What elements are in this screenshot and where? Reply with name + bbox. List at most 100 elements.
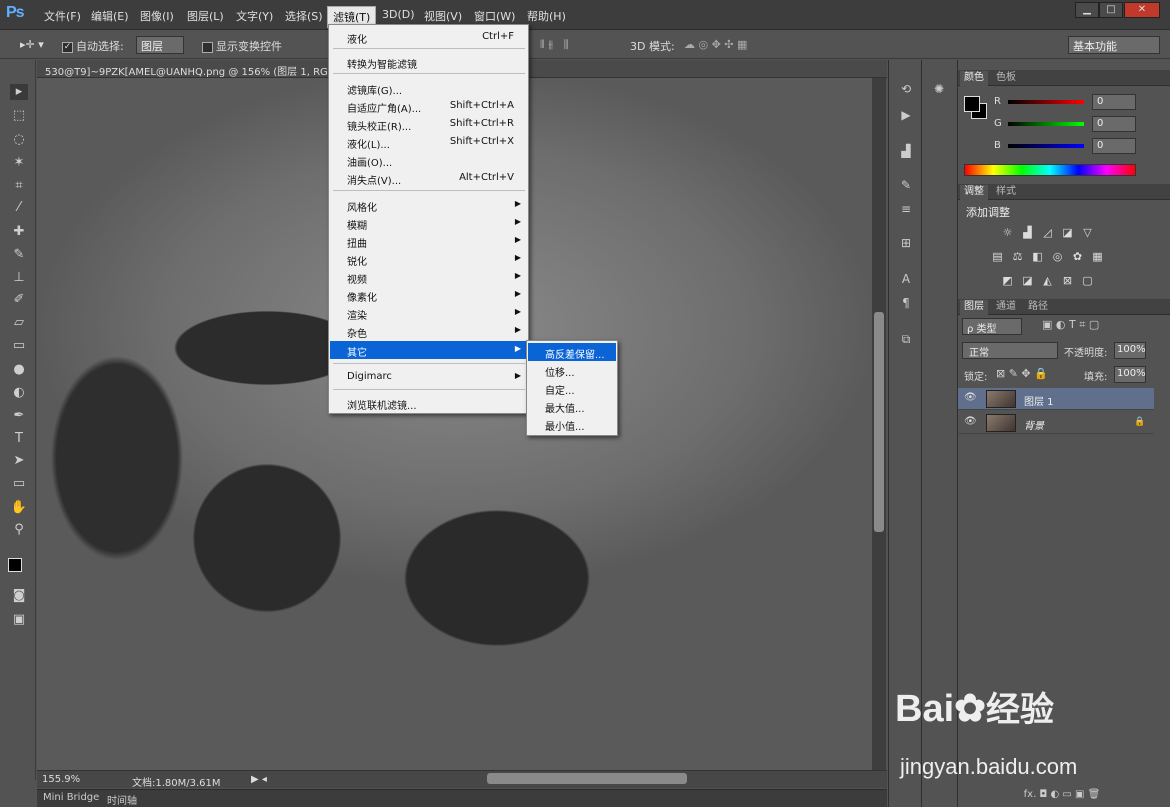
- channel-mixer-icon[interactable]: ✿: [1070, 250, 1085, 263]
- g-value[interactable]: 0: [1092, 116, 1136, 132]
- tab-styles[interactable]: 样式: [992, 185, 1020, 200]
- submenu-item-high-pass[interactable]: 高反差保留...: [528, 343, 616, 361]
- posterize-icon[interactable]: ◪: [1020, 274, 1035, 287]
- layer-filter-icons[interactable]: ▣ ◐ T ⌗ ▢: [1042, 318, 1099, 332]
- menu-window[interactable]: 窗口(W): [474, 8, 515, 24]
- blur-tool-icon[interactable]: ●: [10, 362, 28, 378]
- submenu-item-custom[interactable]: 自定...: [528, 379, 616, 397]
- invert-icon[interactable]: ◩: [1000, 274, 1015, 287]
- close-button[interactable]: ✕: [1124, 2, 1160, 18]
- menu-item-pixelate[interactable]: 像素化 ▶: [330, 286, 528, 304]
- menu-item-render[interactable]: 渲染 ▶: [330, 304, 528, 322]
- layer-kind-filter[interactable]: ρ 类型: [962, 318, 1022, 335]
- r-value[interactable]: 0: [1092, 94, 1136, 110]
- menu-item-lens-correction[interactable]: 镜头校正(R)... Shift+Ctrl+R: [330, 115, 528, 133]
- tab-channels[interactable]: 通道: [992, 300, 1020, 315]
- threshold-icon[interactable]: ◭: [1040, 274, 1055, 287]
- 3d-mode-icons[interactable]: ☁ ◎ ✥ ✣ ▦: [684, 38, 747, 51]
- menu-item-liquify[interactable]: 液化(L)... Shift+Ctrl+X: [330, 133, 528, 151]
- b-slider[interactable]: B 0: [994, 138, 1164, 156]
- zoom-level[interactable]: 155.9%: [42, 774, 80, 785]
- menu-3d[interactable]: 3D(D): [382, 8, 415, 21]
- menu-item-other[interactable]: 其它 ▶: [330, 341, 528, 359]
- opacity-value[interactable]: 100%: [1114, 342, 1146, 359]
- r-slider[interactable]: R 0: [994, 94, 1164, 112]
- vibrance-icon[interactable]: ▽: [1080, 226, 1095, 239]
- menu-help[interactable]: 帮助(H): [527, 8, 566, 24]
- color-spectrum-bar[interactable]: [964, 164, 1136, 176]
- menu-image[interactable]: 图像(I): [140, 8, 174, 24]
- menu-edit[interactable]: 编辑(E): [91, 8, 129, 24]
- magic-wand-icon[interactable]: ✶: [10, 155, 28, 171]
- lasso-tool-icon[interactable]: ◌: [10, 132, 28, 148]
- tab-timeline[interactable]: 时间轴: [107, 792, 137, 807]
- menu-item-liquify-last[interactable]: 液化 Ctrl+F: [330, 28, 528, 46]
- brush-tool-icon[interactable]: ✎: [10, 247, 28, 263]
- tab-layers[interactable]: 图层: [960, 300, 988, 315]
- screen-mode-icon[interactable]: ▣: [10, 612, 28, 628]
- zoom-tool-icon[interactable]: ⚲: [10, 522, 28, 538]
- gradient-map-icon[interactable]: ⊠: [1060, 274, 1075, 287]
- submenu-item-minimum[interactable]: 最小值...: [528, 415, 616, 433]
- fill-value[interactable]: 100%: [1114, 366, 1146, 383]
- menu-item-digimarc[interactable]: Digimarc ▶: [330, 368, 528, 386]
- tab-paths[interactable]: 路径: [1024, 300, 1052, 315]
- history-brush-icon[interactable]: ✐: [10, 292, 28, 308]
- move-tool-icon[interactable]: ▸: [10, 84, 28, 100]
- shape-tool-icon[interactable]: ▭: [10, 476, 28, 492]
- black-white-icon[interactable]: ◧: [1030, 250, 1045, 263]
- g-slider[interactable]: G 0: [994, 116, 1164, 134]
- blend-mode-dropdown[interactable]: 正常: [962, 342, 1058, 359]
- clone-source-icon[interactable]: ⊞: [897, 236, 915, 252]
- layer-row-background[interactable]: 👁 背景 🔒: [958, 412, 1154, 434]
- curves-icon[interactable]: ◿: [1040, 226, 1055, 239]
- brush-presets-icon[interactable]: ≡: [897, 202, 915, 218]
- crop-tool-icon[interactable]: ⌗: [10, 178, 28, 194]
- lock-icons[interactable]: ⊠ ✎ ✥ 🔒: [996, 367, 1048, 380]
- eye-icon[interactable]: 👁: [964, 416, 977, 427]
- menu-item-vanishing-point[interactable]: 消失点(V)... Alt+Ctrl+V: [330, 169, 528, 187]
- gradient-tool-icon[interactable]: ▭: [10, 338, 28, 354]
- eyedropper-icon[interactable]: ⁄: [10, 200, 28, 216]
- menu-type[interactable]: 文字(Y): [236, 8, 273, 24]
- menu-item-blur[interactable]: 模糊 ▶: [330, 214, 528, 232]
- minimize-button[interactable]: ▁: [1075, 2, 1099, 18]
- menu-view[interactable]: 视图(V): [424, 8, 462, 24]
- 3d-panel-icon[interactable]: ⧉: [897, 332, 915, 348]
- show-transform-checkbox[interactable]: 显示变换控件: [202, 38, 282, 54]
- menu-item-adaptive-wide-angle[interactable]: 自适应广角(A)... Shift+Ctrl+A: [330, 97, 528, 115]
- restore-button[interactable]: □: [1099, 2, 1123, 18]
- vertical-scroll-thumb[interactable]: [874, 312, 884, 532]
- history-panel-icon[interactable]: ⟲: [897, 82, 915, 98]
- menu-item-convert-smart-filter[interactable]: 转换为智能滤镜: [330, 53, 528, 71]
- distribute-icons[interactable]: ⫴ ⫵ ⫼: [540, 38, 569, 52]
- character-panel-icon[interactable]: A: [897, 272, 915, 288]
- layer-name[interactable]: 背景: [1024, 417, 1044, 432]
- photo-filter-icon[interactable]: ◎: [1050, 250, 1065, 263]
- menu-item-video[interactable]: 视频 ▶: [330, 268, 528, 286]
- brush-panel-icon[interactable]: ✎: [897, 178, 915, 194]
- levels-icon[interactable]: ▟: [1020, 226, 1035, 239]
- eye-icon[interactable]: 👁: [964, 392, 977, 403]
- menu-item-browse-online[interactable]: 浏览联机滤镜...: [330, 394, 528, 412]
- workspace-dropdown[interactable]: 基本功能: [1068, 36, 1160, 54]
- pen-tool-icon[interactable]: ✒: [10, 408, 28, 424]
- menu-item-oil-paint[interactable]: 油画(O)...: [330, 151, 528, 169]
- tab-swatches[interactable]: 色板: [992, 71, 1020, 86]
- foreground-color-swatch[interactable]: [8, 558, 22, 572]
- color-balance-icon[interactable]: ⚖: [1010, 250, 1025, 263]
- paragraph-panel-icon[interactable]: ¶: [897, 296, 915, 312]
- menu-item-filter-gallery[interactable]: 滤镜库(G)...: [330, 79, 528, 97]
- auto-select-dropdown[interactable]: 图层: [136, 36, 184, 54]
- dodge-tool-icon[interactable]: ◐: [10, 385, 28, 401]
- tab-color[interactable]: 颜色: [960, 71, 988, 86]
- tab-mini-bridge[interactable]: Mini Bridge: [43, 792, 99, 803]
- stamp-tool-icon[interactable]: ⊥: [10, 270, 28, 286]
- layer-name[interactable]: 图层 1: [1024, 393, 1054, 408]
- menu-item-stylize[interactable]: 风格化 ▶: [330, 196, 528, 214]
- healing-brush-icon[interactable]: ✚: [10, 224, 28, 240]
- menu-item-distort[interactable]: 扭曲 ▶: [330, 232, 528, 250]
- color-foreground-swatch[interactable]: [964, 96, 980, 112]
- selective-color-icon[interactable]: ▢: [1080, 274, 1095, 287]
- hand-tool-icon[interactable]: ✋: [10, 500, 28, 516]
